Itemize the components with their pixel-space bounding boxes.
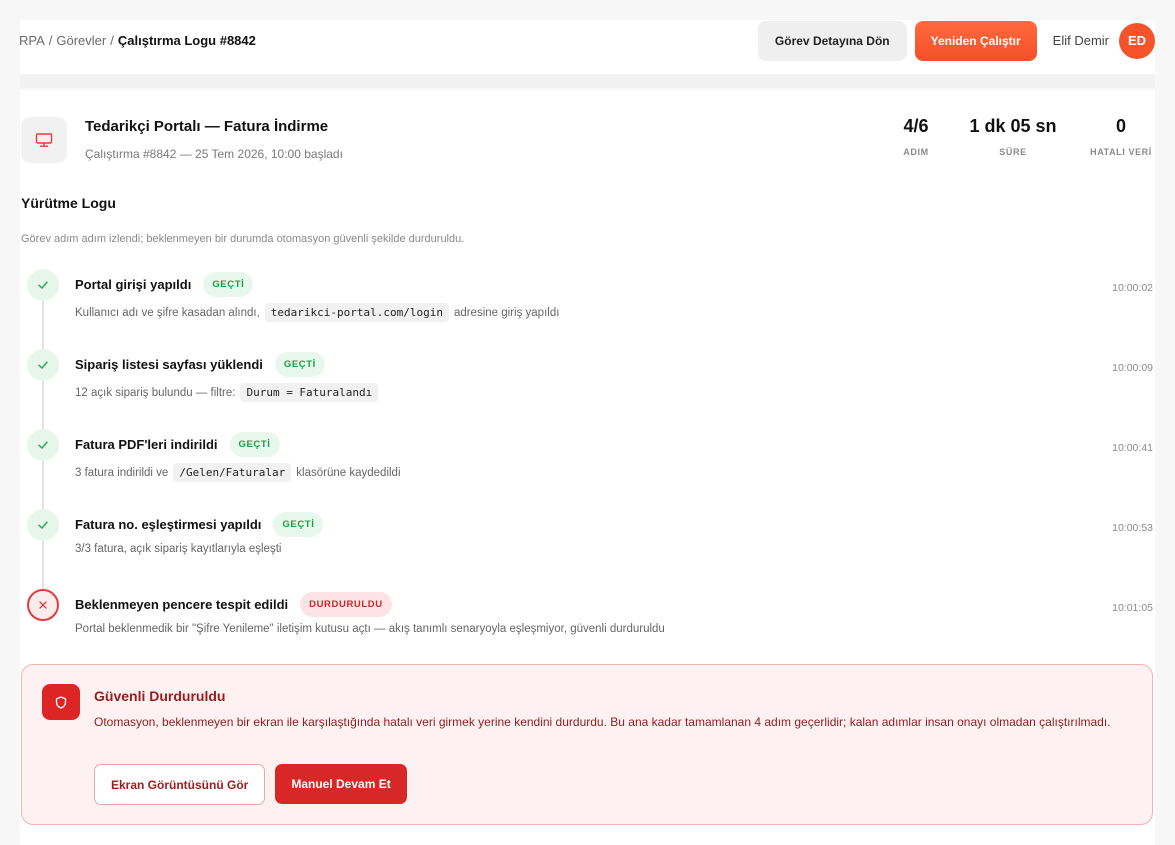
step-desc-text: adresine giriş yapıldı xyxy=(453,306,560,319)
close-icon xyxy=(27,589,59,621)
step-desc-text: 3 fatura indirildi ve xyxy=(75,466,169,479)
log-step: Sipariş listesi sayfası yüklendi GEÇTİ 1… xyxy=(27,349,1153,429)
step-code: Durum = Faturalandı xyxy=(240,383,379,402)
step-description: Portal beklenmedik bir "Şifre Yenileme" … xyxy=(75,623,665,635)
back-to-task-button[interactable]: Görev Detayına Dön xyxy=(757,20,907,61)
task-title: Tedarikçi Portalı — Fatura İndirme xyxy=(85,118,329,135)
breadcrumb-separator: / xyxy=(48,33,53,48)
breadcrumb-tasks[interactable]: Görevler xyxy=(56,33,106,48)
step-title: Fatura no. eşleştirmesi yapıldı xyxy=(75,517,262,532)
status-badge: GEÇTİ xyxy=(229,432,280,457)
step-description: 3/3 fatura, açık sipariş kayıtlarıyla eş… xyxy=(75,543,281,555)
step-title: Sipariş listesi sayfası yüklendi xyxy=(75,357,263,372)
log-step: Portal girişi yapıldı GEÇTİ 10:00:02 Kul… xyxy=(27,269,1153,349)
step-time: 10:00:02 xyxy=(1112,282,1153,294)
view-screenshot-button[interactable]: Ekran Görüntüsünü Gör xyxy=(94,764,266,805)
stat-steps: 4/6 ADIM xyxy=(887,116,945,157)
check-icon xyxy=(27,269,59,301)
stat-duration: 1 dk 05 sn SÜRE xyxy=(959,116,1067,157)
step-desc-text: klasörüne kaydedildi xyxy=(296,466,401,479)
execution-timeline: Portal girişi yapıldı GEÇTİ 10:00:02 Kul… xyxy=(27,269,1153,669)
rerun-button[interactable]: Yeniden Çalıştır xyxy=(914,20,1037,61)
top-bar: RPA / Görevler / Çalıştırma Logu #8842 G… xyxy=(19,20,1155,74)
alert-text: Otomasyon, beklenmeyen bir ekran ile kar… xyxy=(94,715,1111,729)
status-badge: GEÇTİ xyxy=(274,352,325,377)
step-description: Kullanıcı adı ve şifre kasadan alındı, t… xyxy=(75,303,559,322)
step-desc-text: Portal beklenmedik bir "Şifre Yenileme" … xyxy=(75,623,665,635)
log-title: Yürütme Logu xyxy=(21,195,116,211)
step-time: 10:00:09 xyxy=(1112,362,1153,374)
stat-label: HATALI VERİ xyxy=(1090,147,1152,157)
stat-label: ADIM xyxy=(903,147,929,157)
status-badge: DURDURULDU xyxy=(300,592,392,617)
check-icon xyxy=(27,429,59,461)
step-code: /Gelen/Faturalar xyxy=(173,463,292,482)
step-title: Fatura PDF'leri indirildi xyxy=(75,437,218,452)
monitor-icon xyxy=(21,117,67,163)
step-code: tedarikci-portal.com/login xyxy=(264,303,449,322)
shield-icon xyxy=(42,684,80,720)
stat-value: 1 dk 05 sn xyxy=(969,116,1057,136)
log-step: Fatura no. eşleştirmesi yapıldı GEÇTİ 10… xyxy=(27,509,1153,589)
safe-stop-alert: Güvenli Durduruldu Otomasyon, beklenmeye… xyxy=(21,664,1153,825)
stat-label: SÜRE xyxy=(999,147,1027,157)
task-subtitle: Çalıştırma #8842 — 25 Tem 2026, 10:00 ba… xyxy=(85,147,343,161)
status-badge: GEÇTİ xyxy=(273,512,324,537)
breadcrumb-current: Çalıştırma Logu #8842 xyxy=(117,33,256,48)
step-description: 3 fatura indirildi ve /Gelen/Faturalar k… xyxy=(75,463,401,482)
breadcrumb-separator: / xyxy=(110,33,114,48)
log-step: Beklenmeyen pencere tespit edildi DURDUR… xyxy=(27,589,1153,669)
step-description: 12 açık sipariş bulundu — filtre: Durum … xyxy=(75,383,379,402)
stat-invalid-data: 0 HATALI VERİ xyxy=(1089,116,1153,157)
step-time: 10:00:53 xyxy=(1112,522,1153,534)
status-badge: GEÇTİ xyxy=(203,272,254,297)
step-time: 10:01:05 xyxy=(1112,602,1153,614)
alert-title: Güvenli Durduruldu xyxy=(94,688,226,704)
step-title: Portal girişi yapıldı xyxy=(75,277,192,292)
check-icon xyxy=(27,509,59,541)
breadcrumb: RPA / Görevler / Çalıştırma Logu #8842 xyxy=(19,33,256,48)
header-divider xyxy=(20,74,1155,88)
step-desc-text: 3/3 fatura, açık sipariş kayıtlarıyla eş… xyxy=(75,543,282,555)
step-desc-text: 12 açık sipariş bulundu — filtre: xyxy=(75,386,236,399)
manual-continue-button[interactable]: Manuel Devam Et xyxy=(275,764,407,804)
stat-value: 4/6 xyxy=(903,116,929,136)
task-header: Tedarikçi Portalı — Fatura İndirme Çalış… xyxy=(21,117,343,163)
run-log-card: Tedarikçi Portalı — Fatura İndirme Çalış… xyxy=(20,90,1155,845)
check-icon xyxy=(27,349,59,381)
step-desc-text: Kullanıcı adı ve şifre kasadan alındı, xyxy=(75,306,260,319)
stat-value: 0 xyxy=(1115,116,1126,136)
log-description: Görev adım adım izlendi; beklenmeyen bir… xyxy=(21,233,465,245)
log-step: Fatura PDF'leri indirildi GEÇTİ 10:00:41… xyxy=(27,429,1153,509)
run-stats: 4/6 ADIM 1 dk 05 sn SÜRE 0 HATALI VERİ xyxy=(887,116,1153,157)
avatar[interactable]: ED xyxy=(1119,22,1155,59)
step-title: Beklenmeyen pencere tespit edildi xyxy=(75,597,289,612)
user-name: Elif Demir xyxy=(1052,33,1109,48)
breadcrumb-root[interactable]: RPA xyxy=(19,33,45,48)
step-time: 10:00:41 xyxy=(1112,442,1153,454)
